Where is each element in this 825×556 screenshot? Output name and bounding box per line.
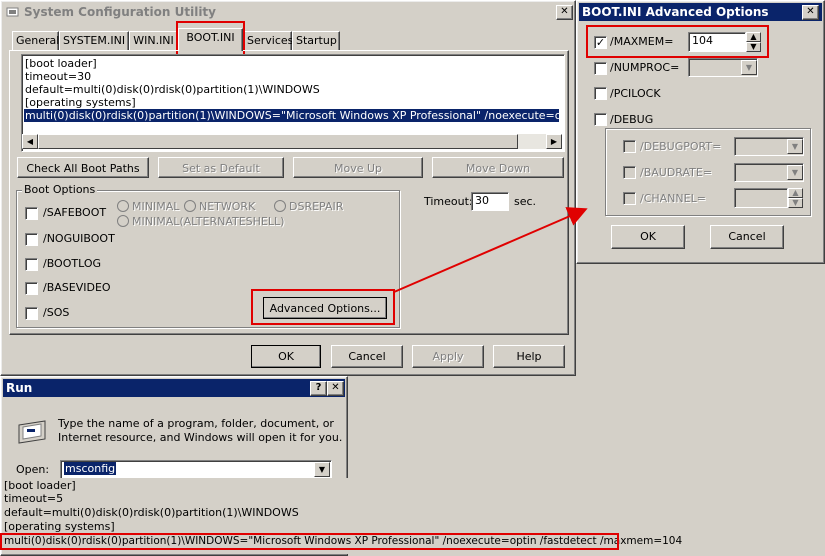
advanced-options-window: BOOT.INI Advanced Options ✕ ✓ /MAXMEM= 1…: [576, 0, 825, 264]
basevideo-label: /BASEVIDEO: [43, 281, 111, 294]
run-boot-line: [operating systems]: [4, 520, 115, 533]
run-description-1: Type the name of a program, folder, docu…: [58, 417, 334, 430]
boot-options-label: Boot Options: [22, 183, 98, 196]
help-button[interactable]: Help: [493, 345, 565, 368]
set-as-default-button[interactable]: Set as Default: [158, 157, 284, 178]
tab-boot-ini[interactable]: BOOT.INI: [178, 28, 243, 51]
spin-up-icon[interactable]: ▲: [788, 188, 803, 198]
debugport-checkbox[interactable]: [623, 140, 636, 153]
scroll-left-arrow[interactable]: ◀: [22, 134, 38, 149]
run-titlebar: Run: [3, 379, 345, 397]
channel-checkbox[interactable]: [623, 192, 636, 205]
apply-button[interactable]: Apply: [412, 345, 484, 368]
run-boot-line: default=multi(0)disk(0)rdisk(0)partition…: [4, 506, 299, 519]
run-boot-line: timeout=5: [4, 492, 64, 505]
boot-line: default=multi(0)disk(0)rdisk(0)partition…: [25, 83, 320, 96]
chevron-down-icon[interactable]: ▼: [787, 139, 803, 154]
pcilock-label: /PCILOCK: [610, 87, 661, 100]
minimal-label: MINIMAL: [132, 200, 180, 213]
window-title: System Configuration Utility: [24, 5, 216, 19]
open-value: msconfig: [64, 462, 117, 475]
msconfig-app-icon: [6, 7, 19, 17]
advanced-close-button[interactable]: ✕: [802, 5, 819, 20]
minimal-alternateshell-label: MINIMAL(ALTERNATESHELL): [132, 215, 285, 228]
noguiboot-checkbox[interactable]: [25, 233, 38, 246]
safeboot-label: /SAFEBOOT: [43, 206, 107, 219]
chevron-down-icon[interactable]: ▼: [741, 60, 757, 75]
minimal-alternateshell-radio[interactable]: [117, 215, 129, 227]
open-label: Open:: [16, 463, 50, 476]
sos-checkbox[interactable]: [25, 307, 38, 320]
run-icon: [18, 420, 46, 444]
debugport-label: /DEBUGPORT=: [640, 140, 722, 153]
safeboot-checkbox[interactable]: [25, 207, 38, 220]
dsrepair-label: DSREPAIR: [289, 200, 344, 213]
boot-line: [boot loader]: [25, 57, 97, 70]
move-down-button[interactable]: Move Down: [432, 157, 564, 178]
run-title: Run: [6, 381, 33, 395]
run-boot-line: [boot loader]: [4, 479, 76, 492]
open-combobox[interactable]: msconfig: [60, 460, 332, 479]
advanced-cancel-button[interactable]: Cancel: [710, 225, 784, 249]
msconfig-window: System Configuration Utility ✕ General S…: [0, 0, 576, 376]
bootlog-checkbox[interactable]: [25, 258, 38, 271]
chevron-down-icon[interactable]: ▼: [787, 165, 803, 180]
ok-button[interactable]: OK: [251, 345, 321, 368]
minimal-radio[interactable]: [117, 200, 129, 212]
channel-label: /CHANNEL=: [640, 192, 706, 205]
numproc-checkbox[interactable]: [594, 62, 607, 75]
sos-label: /SOS: [43, 306, 70, 319]
bootlog-label: /BOOTLOG: [43, 257, 102, 270]
tab-system-ini[interactable]: SYSTEM.INI: [59, 31, 129, 50]
advanced-ok-button[interactable]: OK: [611, 225, 685, 249]
dsrepair-radio[interactable]: [274, 200, 286, 212]
tab-services[interactable]: Services: [243, 31, 293, 50]
scroll-right-arrow[interactable]: ▶: [546, 134, 562, 149]
baudrate-checkbox[interactable]: [623, 166, 636, 179]
advanced-titlebar: BOOT.INI Advanced Options: [579, 3, 822, 21]
basevideo-checkbox[interactable]: [25, 282, 38, 295]
move-up-button[interactable]: Move Up: [293, 157, 423, 178]
cancel-button[interactable]: Cancel: [331, 345, 403, 368]
channel-field[interactable]: [734, 188, 788, 208]
tab-win-ini[interactable]: WIN.INI: [129, 31, 178, 50]
close-button[interactable]: ✕: [556, 5, 573, 20]
boot-line: timeout=30: [25, 70, 92, 83]
horizontal-scrollbar[interactable]: ◀ ▶: [22, 134, 562, 149]
network-label: NETWORK: [199, 200, 256, 213]
help-icon[interactable]: ?: [310, 381, 327, 396]
network-radio[interactable]: [184, 200, 196, 212]
chevron-down-icon[interactable]: ▼: [314, 462, 330, 477]
annotation-maxmem-line: [0, 533, 619, 550]
boot-line: [operating systems]: [25, 96, 136, 109]
tab-general[interactable]: General: [12, 31, 59, 50]
boot-ini-listbox[interactable]: [boot loader] timeout=30 default=multi(0…: [21, 54, 565, 152]
numproc-label: /NUMPROC=: [610, 61, 680, 74]
advanced-title: BOOT.INI Advanced Options: [582, 5, 769, 19]
run-close-button[interactable]: ✕: [327, 381, 344, 396]
annotation-advanced-options: [251, 289, 395, 325]
scroll-thumb[interactable]: [38, 134, 518, 149]
annotation-maxmem: [586, 25, 769, 58]
debug-checkbox[interactable]: [594, 113, 607, 126]
baudrate-label: /BAUDRATE=: [640, 166, 713, 179]
run-description-2: Internet resource, and Windows will open…: [58, 431, 343, 444]
spin-down-icon[interactable]: ▼: [788, 198, 803, 208]
tab-startup[interactable]: Startup: [292, 31, 340, 50]
check-all-boot-paths-button[interactable]: Check All Boot Paths: [17, 157, 149, 178]
noguiboot-label: /NOGUIBOOT: [43, 232, 115, 245]
pcilock-checkbox[interactable]: [594, 87, 607, 100]
msconfig-titlebar: System Configuration Utility: [3, 3, 573, 21]
annotation-arrow: [393, 207, 588, 293]
boot-line-selected[interactable]: multi(0)disk(0)rdisk(0)partition(1)\WIND…: [24, 109, 564, 122]
debug-label: /DEBUG: [610, 113, 654, 126]
